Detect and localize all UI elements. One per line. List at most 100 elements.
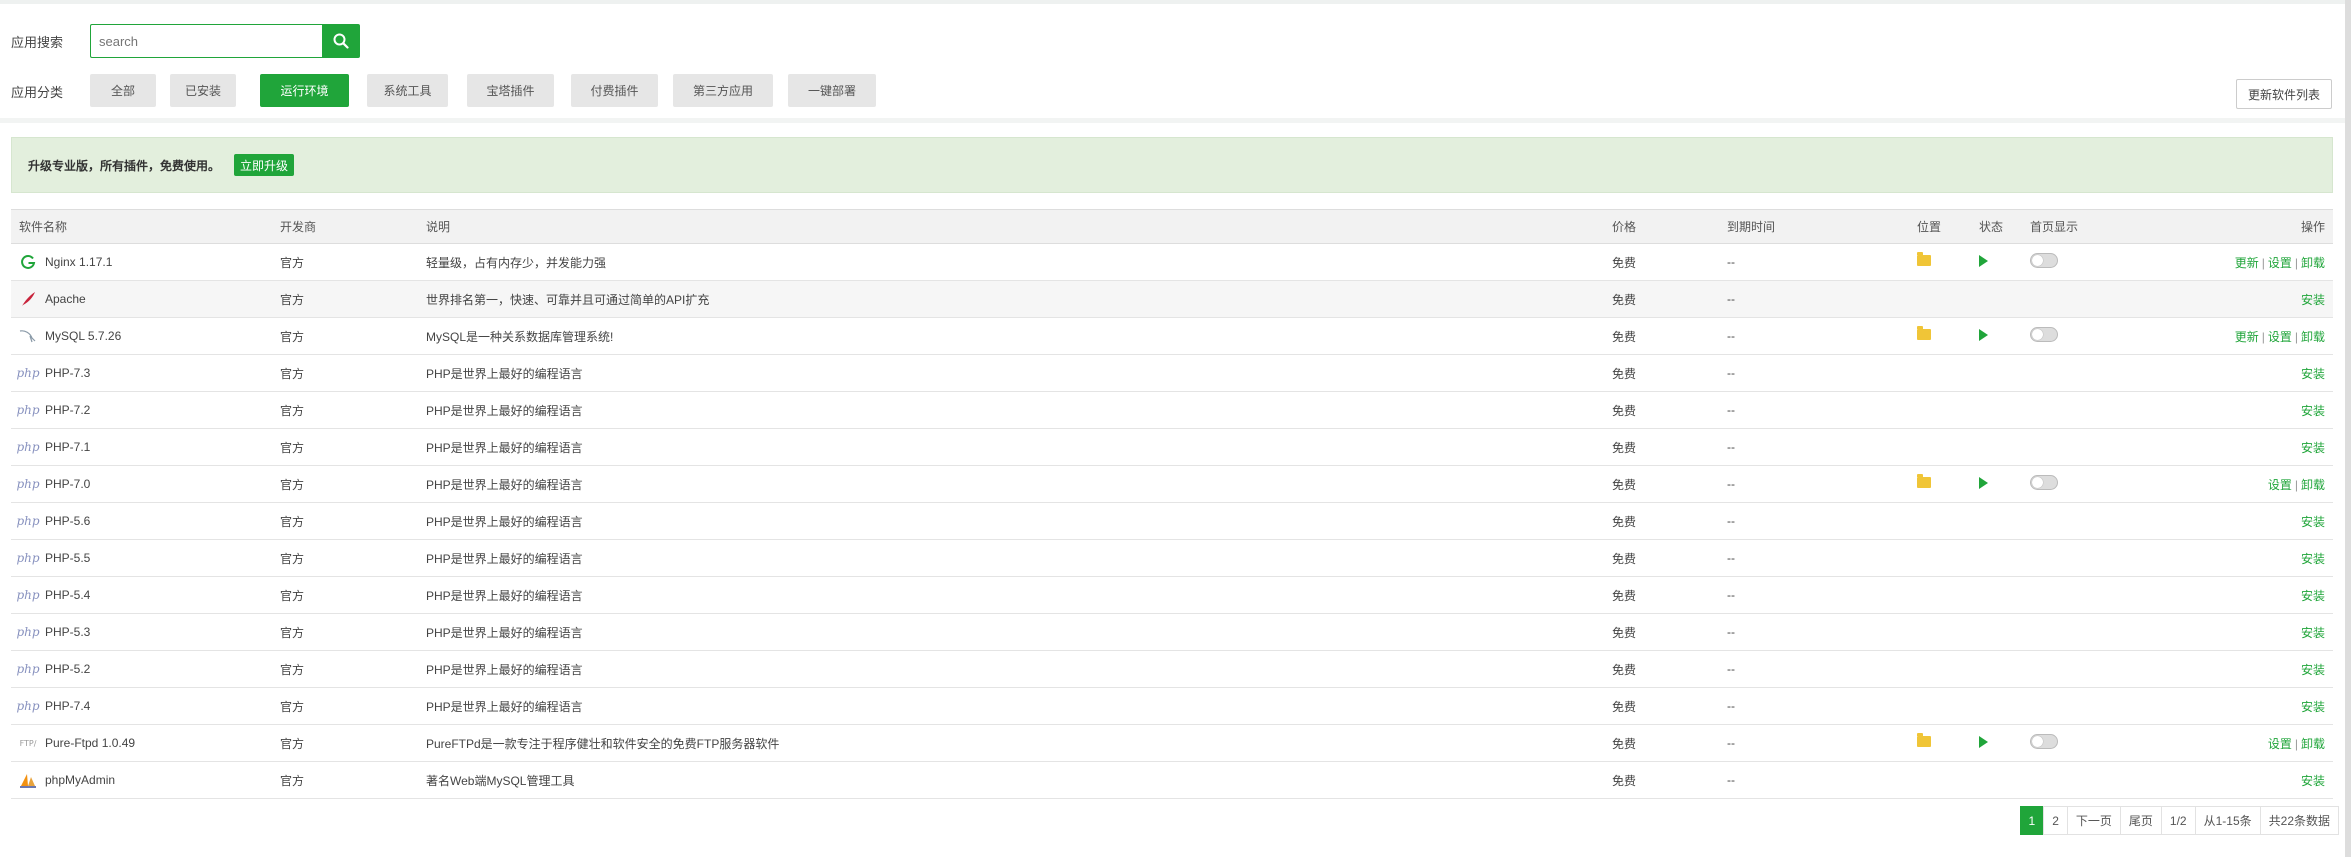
homepage-display-toggle[interactable] <box>2030 327 2058 342</box>
category-third-party[interactable]: 第三方应用 <box>673 74 773 107</box>
next-page[interactable]: 下一页 <box>2066 806 2121 835</box>
price-cell: 免费 <box>1604 354 1719 392</box>
install-link[interactable]: 安装 <box>2301 552 2325 566</box>
table-row: php PHP-7.1 官方 PHP是世界上最好的编程语言 免费 -- 安装 <box>11 428 2333 466</box>
homepage-display-cell <box>2022 650 2152 688</box>
description-cell: MySQL是一种关系数据库管理系统! <box>418 317 1604 355</box>
install-link[interactable]: 安装 <box>2301 589 2325 603</box>
uninstall-link[interactable]: 卸载 <box>2301 478 2325 492</box>
page-1[interactable]: 1 <box>2019 806 2045 835</box>
price-cell: 免费 <box>1604 576 1719 614</box>
search-button[interactable] <box>322 24 360 58</box>
software-name: PHP-5.3 <box>45 625 91 639</box>
category-bt-plugins[interactable]: 宝塔插件 <box>467 74 554 107</box>
uninstall-link[interactable]: 卸载 <box>2301 256 2325 270</box>
vendor-cell: 官方 <box>272 502 418 540</box>
refresh-software-list-button[interactable]: 更新软件列表 <box>2236 79 2332 109</box>
homepage-display-cell <box>2022 502 2152 540</box>
category-installed[interactable]: 已安装 <box>170 74 236 107</box>
upgrade-now-button[interactable]: 立即升级 <box>234 154 295 176</box>
running-status-icon <box>1979 476 1988 489</box>
location-cell <box>1909 280 1971 318</box>
settings-link[interactable]: 设置 <box>2268 737 2292 751</box>
nginx-icon <box>19 253 37 271</box>
scrollbar[interactable] <box>2345 0 2351 857</box>
folder-icon[interactable] <box>1917 733 1931 747</box>
folder-icon[interactable] <box>1917 326 1931 340</box>
price-cell: 免费 <box>1604 428 1719 466</box>
install-link[interactable]: 安装 <box>2301 367 2325 381</box>
software-name: PHP-5.5 <box>45 551 91 565</box>
operations-cell: 安装 <box>2152 576 2333 614</box>
settings-link[interactable]: 设置 <box>2268 256 2292 270</box>
settings-link[interactable]: 设置 <box>2268 478 2292 492</box>
operations-cell: 安装 <box>2152 502 2333 540</box>
homepage-display-toggle[interactable] <box>2030 253 2058 268</box>
update-link[interactable]: 更新 <box>2235 330 2259 344</box>
expire-cell: -- <box>1719 243 1909 281</box>
section-divider <box>0 118 2345 123</box>
location-cell <box>1909 391 1971 429</box>
header-description: 说明 <box>418 209 1604 244</box>
homepage-display-cell <box>2022 243 2152 281</box>
expire-cell: -- <box>1719 650 1909 688</box>
operations-cell: 设置 | 卸载 <box>2152 465 2333 503</box>
install-link[interactable]: 安装 <box>2301 293 2325 307</box>
homepage-display-cell <box>2022 613 2152 651</box>
install-link[interactable]: 安装 <box>2301 515 2325 529</box>
operations-cell: 安装 <box>2152 687 2333 725</box>
homepage-display-toggle[interactable] <box>2030 475 2058 490</box>
category-runtime[interactable]: 运行环境 <box>260 74 349 107</box>
operations-cell: 安装 <box>2152 613 2333 651</box>
homepage-display-cell <box>2022 761 2152 799</box>
status-cell <box>1971 317 2022 355</box>
folder-icon[interactable] <box>1917 474 1931 488</box>
category-all[interactable]: 全部 <box>90 74 156 107</box>
header-vendor: 开发商 <box>272 209 418 244</box>
software-name: phpMyAdmin <box>45 773 116 787</box>
description-cell: 著名Web端MySQL管理工具 <box>418 761 1604 799</box>
price-cell: 免费 <box>1604 650 1719 688</box>
install-link[interactable]: 安装 <box>2301 700 2325 714</box>
status-cell <box>1971 613 2022 651</box>
operations-cell: 安装 <box>2152 539 2333 577</box>
price-cell: 免费 <box>1604 687 1719 725</box>
folder-icon[interactable] <box>1917 252 1931 266</box>
install-link[interactable]: 安装 <box>2301 441 2325 455</box>
status-cell <box>1971 650 2022 688</box>
expire-cell: -- <box>1719 465 1909 503</box>
category-system-tools[interactable]: 系统工具 <box>367 74 448 107</box>
price-cell: 免费 <box>1604 280 1719 318</box>
header-software-name: 软件名称 <box>11 209 272 244</box>
php-icon: php <box>16 625 40 639</box>
install-link[interactable]: 安装 <box>2301 626 2325 640</box>
operations-cell: 安装 <box>2152 761 2333 799</box>
description-cell: PHP是世界上最好的编程语言 <box>418 687 1604 725</box>
uninstall-link[interactable]: 卸载 <box>2301 330 2325 344</box>
scrollbar-thumb[interactable] <box>2345 0 2351 857</box>
homepage-display-toggle[interactable] <box>2030 734 2058 749</box>
last-page[interactable]: 尾页 <box>2119 806 2162 835</box>
search-input[interactable] <box>90 24 322 58</box>
apache-feather-icon <box>19 290 37 308</box>
page-2[interactable]: 2 <box>2043 806 2068 835</box>
op-separator: | <box>2294 255 2298 270</box>
location-cell <box>1909 576 1971 614</box>
location-cell <box>1909 724 1971 762</box>
software-name: Apache <box>45 292 86 306</box>
uninstall-link[interactable]: 卸载 <box>2301 737 2325 751</box>
status-cell <box>1971 539 2022 577</box>
table-row: php PHP-5.2 官方 PHP是世界上最好的编程语言 免费 -- 安装 <box>11 650 2333 688</box>
category-paid-plugins[interactable]: 付费插件 <box>571 74 658 107</box>
update-link[interactable]: 更新 <box>2235 256 2259 270</box>
install-link[interactable]: 安装 <box>2301 404 2325 418</box>
homepage-display-cell <box>2022 391 2152 429</box>
category-one-click-deploy[interactable]: 一键部署 <box>788 74 876 107</box>
software-name: Nginx 1.17.1 <box>45 255 113 269</box>
install-link[interactable]: 安装 <box>2301 774 2325 788</box>
install-link[interactable]: 安装 <box>2301 663 2325 677</box>
settings-link[interactable]: 设置 <box>2268 330 2292 344</box>
status-cell <box>1971 354 2022 392</box>
php-icon: php <box>16 440 40 454</box>
header-homepage-display: 首页显示 <box>2022 209 2152 244</box>
